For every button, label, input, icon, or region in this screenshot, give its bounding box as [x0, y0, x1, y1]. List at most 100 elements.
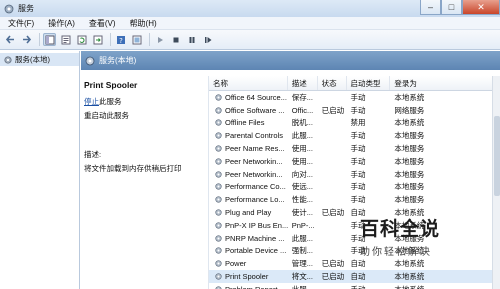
- table-row[interactable]: Parental Controls 此服... 手动 本地服务: [209, 129, 492, 142]
- cell-description: 将文...: [291, 272, 313, 282]
- cell-status: 已启动: [321, 208, 345, 218]
- restart-suffix: 此服务: [106, 111, 130, 120]
- cell-startup-type: 手动: [350, 144, 366, 154]
- table-row[interactable]: Offline Files 脱机... 禁用 本地系统: [209, 117, 492, 130]
- toolbar-separator: [110, 33, 111, 46]
- cell-description: 性能...: [291, 195, 313, 205]
- service-name-text: Problem Report...: [225, 285, 284, 289]
- cell-logon-as: 本地服务: [394, 131, 425, 141]
- column-name[interactable]: 名称: [209, 76, 288, 90]
- cell-logon-as: 本地服务: [394, 195, 425, 205]
- restart-service-button[interactable]: [201, 33, 214, 46]
- service-name-text: Offline Files: [225, 118, 265, 128]
- column-description[interactable]: 描述: [288, 76, 318, 90]
- cell-status: [318, 181, 347, 194]
- cell-status: [318, 232, 347, 245]
- table-row[interactable]: Problem Report... 此服... 手动本地系统: [209, 283, 492, 289]
- table-row[interactable]: Peer Name Res... 使用... 手动 本地服务: [209, 142, 492, 155]
- maximize-button[interactable]: □: [441, 0, 462, 15]
- cell-name: Peer Networkin...: [209, 168, 288, 181]
- export-list-icon: [93, 35, 102, 44]
- cell-description: PnP-...: [291, 220, 315, 230]
- menu-help[interactable]: 帮助(H): [130, 18, 157, 29]
- restart-service-line: 重启动此服务: [84, 110, 208, 121]
- cell-name: Plug and Play: [209, 206, 288, 219]
- close-button[interactable]: ✕: [462, 0, 500, 15]
- service-gear-icon: [215, 183, 222, 191]
- cell-name: Problem Report...: [209, 283, 288, 289]
- content-header-label: 服务(本地): [99, 56, 137, 65]
- tree-item-services-local[interactable]: 服务(本地): [0, 53, 79, 66]
- cell-description: 使远...: [291, 182, 313, 192]
- back-button[interactable]: [4, 33, 17, 46]
- forward-button[interactable]: [20, 33, 33, 46]
- back-arrow-icon: [5, 35, 14, 44]
- cell-logon-as: 本地服务: [394, 182, 425, 192]
- restart-service-link[interactable]: 重启动: [84, 111, 107, 120]
- service-gear-icon: [215, 247, 222, 255]
- service-name-text: PNRP Machine ...: [225, 233, 285, 243]
- service-name-text: Peer Networkin...: [225, 156, 283, 166]
- service-gear-icon: [215, 171, 222, 178]
- service-name-text: Power: [225, 259, 247, 269]
- show-tree-button[interactable]: [43, 33, 56, 46]
- cell-description: 向对...: [291, 169, 313, 179]
- minimize-icon: –: [427, 2, 433, 12]
- help-button[interactable]: ?: [114, 33, 127, 46]
- cell-description: 此服...: [288, 283, 318, 289]
- service-gear-icon: [215, 145, 222, 152]
- forward-arrow-icon: [23, 35, 32, 44]
- cell-name: Performance Lo...: [209, 193, 288, 206]
- menu-file[interactable]: 文件(F): [8, 18, 34, 29]
- table-row[interactable]: Peer Networkin... 向对... 手动 本地服务: [209, 168, 492, 181]
- service-name: Print Spooler: [84, 80, 138, 90]
- maximize-icon: □: [448, 2, 455, 12]
- service-gear-icon: [215, 235, 222, 242]
- cell-name: Portable Device ...: [209, 245, 288, 258]
- table-row[interactable]: Peer Networkin... 使用... 手动 本地服务: [209, 155, 492, 168]
- view-icon: [132, 35, 141, 44]
- console-tree: 服务(本地): [0, 51, 80, 289]
- cell-logon-as: 本地系统: [390, 283, 492, 289]
- cell-startup-type: 手动: [350, 169, 366, 179]
- table-row[interactable]: Office 64 Source... 保存... 手动 本地系统: [209, 91, 492, 104]
- service-name-text: Plug and Play: [225, 208, 272, 218]
- service-name-text: Performance Co...: [225, 182, 286, 192]
- refresh-button[interactable]: [75, 33, 88, 46]
- vertical-scrollbar[interactable]: [492, 76, 500, 289]
- cell-name: Print Spooler: [209, 270, 288, 283]
- menu-bar: 文件(F) 操作(A) 查看(V) 帮助(H): [0, 17, 500, 30]
- cell-status: [318, 129, 347, 142]
- cell-status: [318, 193, 347, 206]
- table-row[interactable]: Performance Co... 使远... 手动 本地服务: [209, 181, 492, 194]
- view-button[interactable]: [130, 33, 143, 46]
- table-row[interactable]: Print Spooler 将文... 已启动 自动 本地系统: [209, 270, 492, 283]
- cell-status: 已启动: [321, 272, 345, 282]
- stop-service-button[interactable]: [169, 33, 182, 46]
- column-status[interactable]: 状态: [318, 76, 347, 90]
- cell-description: 强制...: [291, 246, 313, 256]
- column-logon-as[interactable]: 登录为: [390, 76, 492, 90]
- cell-description: 此服...: [291, 233, 313, 243]
- cell-name: Power: [209, 257, 288, 270]
- pause-service-button[interactable]: [185, 33, 198, 46]
- column-startup-type[interactable]: 启动类型: [347, 76, 391, 90]
- toolbar-separator: [149, 33, 150, 46]
- table-row[interactable]: Office Software ... Offic... 已启动 手动 网络服务: [209, 104, 492, 117]
- service-name-text: Portable Device ...: [225, 246, 287, 256]
- table-row[interactable]: Performance Lo... 性能... 手动 本地服务: [209, 193, 492, 206]
- service-name-text: Office 64 Source...: [225, 92, 287, 102]
- scrollbar-thumb[interactable]: [494, 116, 500, 196]
- menu-view[interactable]: 查看(V): [89, 18, 116, 29]
- menu-action[interactable]: 操作(A): [48, 18, 75, 29]
- start-service-button[interactable]: [153, 33, 166, 46]
- cell-name: Peer Networkin...: [209, 155, 288, 168]
- properties-button[interactable]: [59, 33, 72, 46]
- service-gear-icon: [215, 273, 222, 280]
- cell-status: [318, 117, 347, 130]
- export-button[interactable]: [91, 33, 104, 46]
- stop-service-link[interactable]: 停止: [84, 97, 99, 106]
- minimize-button[interactable]: –: [420, 0, 441, 15]
- service-gear-icon: [215, 222, 222, 229]
- services-gear-icon: [4, 4, 14, 13]
